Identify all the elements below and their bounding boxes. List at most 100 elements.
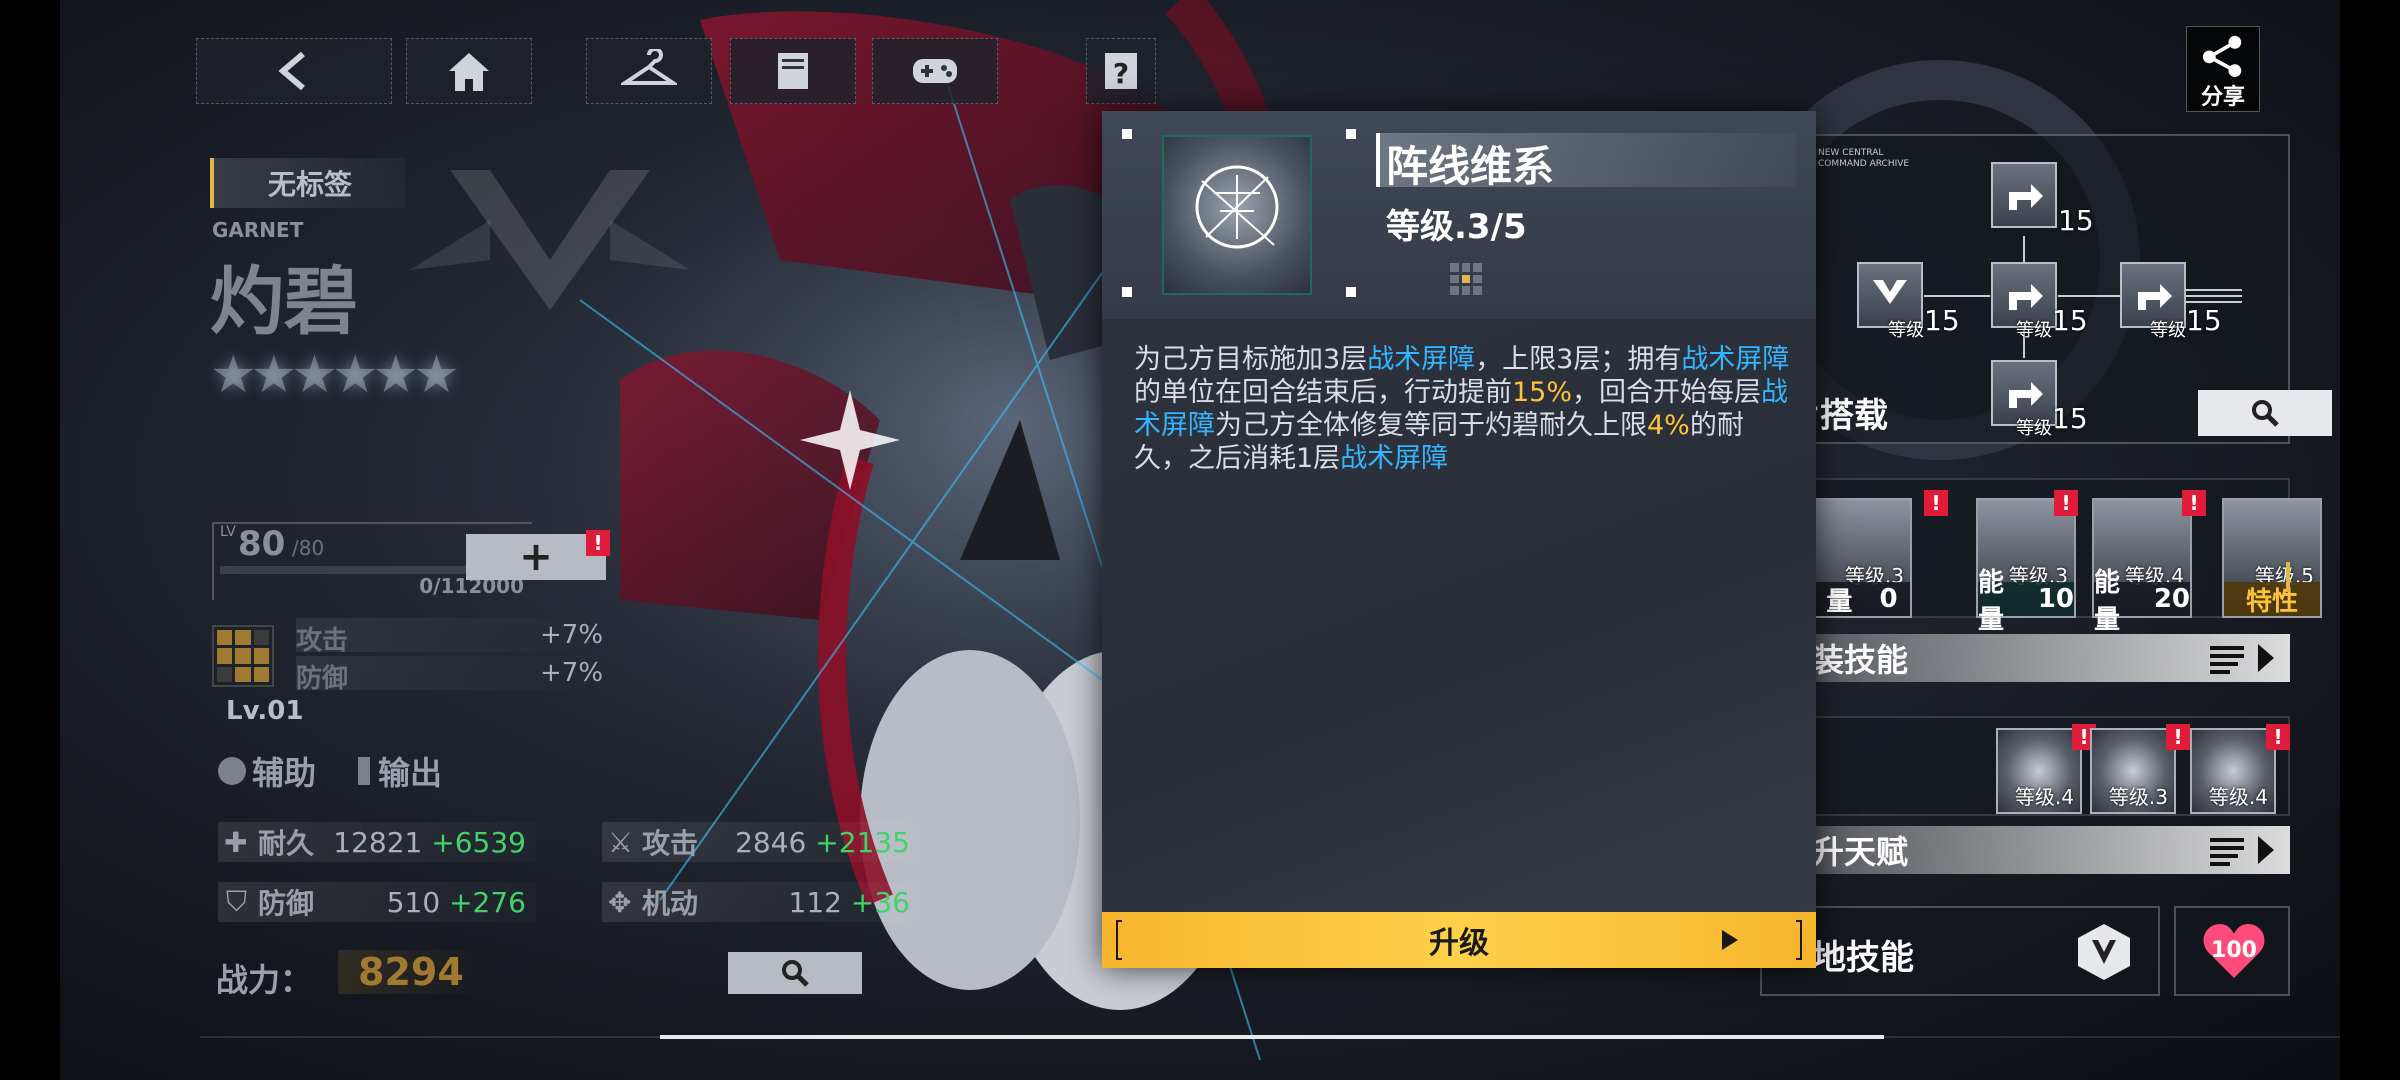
skill-icon-corner-tr (1346, 129, 1356, 139)
skill-card-3-alert-badge: ! (2182, 490, 2206, 516)
upgrade-bracket-right (1796, 920, 1802, 960)
role-support-label: 辅助 (252, 754, 317, 792)
share-button[interactable]: 分享 (2186, 26, 2260, 112)
character-name: 灼碧 (210, 259, 358, 345)
stat-mobility-label: 机动 (642, 887, 699, 920)
bonus-atk-label: 攻击 (296, 626, 349, 656)
talent-bar[interactable]: 升天赋 (1760, 826, 2290, 874)
skill-icon (1162, 135, 1312, 295)
skill-card-4-cap-label: 特性 (2245, 586, 2298, 617)
power-label: 战力： (216, 961, 313, 999)
bonus-atk-row: 攻击 +7% (296, 618, 603, 656)
chip-search-button[interactable] (2198, 390, 2332, 436)
skill-card-2-cap-value: 10 (2037, 584, 2074, 614)
stat-attack: ⚔ 攻击 2846 +2135 (602, 822, 920, 862)
skill-tile-icon (1448, 261, 1484, 297)
character-info-panel: 无标签 GARNET 灼碧 ★★★★★★ LV 80 /80 0/112000 … (60, 0, 1160, 1080)
skill-card-3-cap-label: 能量 (2094, 568, 2121, 635)
list-detail-icon (2210, 836, 2274, 866)
base-skill-panel[interactable]: 地技能 (1760, 906, 2160, 996)
chip-bottom-level: 15 (2052, 402, 2088, 435)
chip-left-level-label: 等级 (1888, 320, 1924, 341)
description-text: 为己方全体修复等同于灼碧耐久上限 (1215, 410, 1647, 441)
chip-right-level: 15 (2186, 304, 2222, 337)
base-emblem-icon (2078, 924, 2130, 980)
skill-level: 等级.3/5 (1386, 207, 1527, 247)
stat-durability: ✚ 耐久 12821 +6539 (218, 822, 536, 862)
keyword-text: 战术屏障 (1681, 344, 1790, 375)
skill-card-2-alert-badge: ! (2054, 490, 2078, 516)
detail-search-button[interactable] (728, 952, 862, 994)
stat-durability-base: 12821 (333, 825, 423, 859)
shield-web-icon (1195, 165, 1279, 249)
description-text: ，回合开始每层 (1572, 377, 1762, 408)
stat-mobility: ✥ 机动 112 +36 (602, 882, 920, 922)
talent-label: 升天赋 (1812, 833, 1909, 871)
stat-defense-add: +276 (449, 885, 526, 919)
move-arrows-icon: ✥ (608, 885, 632, 919)
skill-card-2[interactable]: 等级.3 能量 10 (1976, 498, 2076, 635)
skill-card-2-cap-label: 能量 (1978, 568, 2005, 635)
talent-slot-3-level: 等级.4 (2208, 785, 2268, 809)
skill-card-4[interactable]: 等级.5 特性 (2222, 498, 2322, 618)
level-up-button[interactable]: + (466, 534, 606, 580)
search-icon (2252, 400, 2279, 427)
talent-slot-3[interactable]: 等级.4 (2190, 728, 2276, 814)
skill-detail-popup: 阵线维系 等级.3/5 为己方目标施加3层战术屏障，上限3层；拥有战术屏障的单位… (1102, 111, 1816, 968)
chip-slot-top[interactable] (1991, 162, 2057, 228)
power-value: 8294 (338, 950, 484, 994)
level-max: /80 (292, 536, 325, 560)
chip-left-level: 15 (1924, 304, 1960, 337)
talent-slot-1[interactable]: 等级.4 (1996, 728, 2082, 814)
stat-defense: ⛉ 防御 510 +276 (218, 882, 536, 922)
character-name-en: GARNET (212, 218, 304, 242)
description-text: 为己方目标施加3层 (1134, 344, 1368, 375)
chip-center-level: 15 (2052, 304, 2088, 337)
plus-icon: + (519, 534, 553, 580)
upgrade-bracket-left (1116, 920, 1122, 960)
upgrade-button[interactable]: 升级 (1102, 912, 1816, 968)
page-scrollbar[interactable] (660, 1035, 1884, 1039)
bonus-def-row: 防御 +7% (296, 656, 603, 694)
module-icon[interactable] (212, 625, 274, 687)
bonus-def-value: +7% (540, 658, 604, 688)
chip-top-level: 15 (2058, 204, 2094, 237)
skill-card-3-cap-value: 20 (2153, 584, 2190, 614)
skill-title: 阵线维系 (1386, 142, 1555, 191)
equip-skill-label: 装技能 (1812, 641, 1909, 679)
value-text: 4% (1647, 410, 1690, 441)
chip-panel: NEW CENTRAL COMMAND ARCHIVE 15 等级 15 等级 … (1760, 134, 2332, 444)
module-level: Lv.01 (226, 696, 304, 726)
talent-slot-2-alert-badge: ! (2166, 724, 2190, 750)
tag-chip[interactable]: 无标签 (210, 158, 406, 208)
crossed-swords-icon: ⚔ (608, 825, 634, 859)
skills-scroll-indicator (2286, 562, 2290, 592)
rarity-stars: ★★★★★★ (210, 345, 460, 405)
skill-card-3[interactable]: 等级.4 能量 20 (2092, 498, 2192, 635)
skill-card-1-cap-value: 0 (1879, 584, 1898, 614)
skill-card-1[interactable]: 等级.3 量 0 (1812, 498, 1912, 618)
bonus-atk-value: +7% (540, 620, 604, 650)
chip-right-level-label: 等级 (2150, 320, 2186, 341)
role-output: 输出 (358, 748, 442, 794)
stat-defense-label: 防御 (258, 887, 315, 920)
description-text: ，上限3层；拥有 (1475, 344, 1682, 375)
talent-slot-3-alert-badge: ! (2266, 724, 2290, 750)
share-icon (2202, 35, 2242, 77)
arrow-chip-icon (2009, 184, 2043, 210)
base-skill-label: 地技能 (1812, 938, 1914, 978)
skill-icon-corner-br (1346, 287, 1356, 297)
faction-emblem-icon (410, 170, 690, 310)
level-up-alert-badge: ! (586, 530, 610, 556)
talent-slot-2-level: 等级.3 (2108, 785, 2168, 809)
equip-skill-bar[interactable]: 装技能 (1760, 634, 2290, 682)
description-text: 的单位在回合结束后，行动提前 (1134, 377, 1512, 408)
affection-panel[interactable]: 100 (2174, 906, 2290, 996)
game-screen: ? 分享 无标签 GARNET 灼碧 ★★★★★★ LV 80 /80 0/11… (60, 0, 2340, 1080)
talent-slot-2[interactable]: 等级.3 (2090, 728, 2176, 814)
play-arrow-icon (1722, 930, 1738, 950)
affection-value: 100 (2211, 938, 2257, 963)
skill-description: 为己方目标施加3层战术屏障，上限3层；拥有战术屏障的单位在回合结束后，行动提前1… (1134, 343, 1794, 475)
search-icon (782, 960, 809, 987)
shield-cross-icon: ✚ (224, 825, 248, 859)
